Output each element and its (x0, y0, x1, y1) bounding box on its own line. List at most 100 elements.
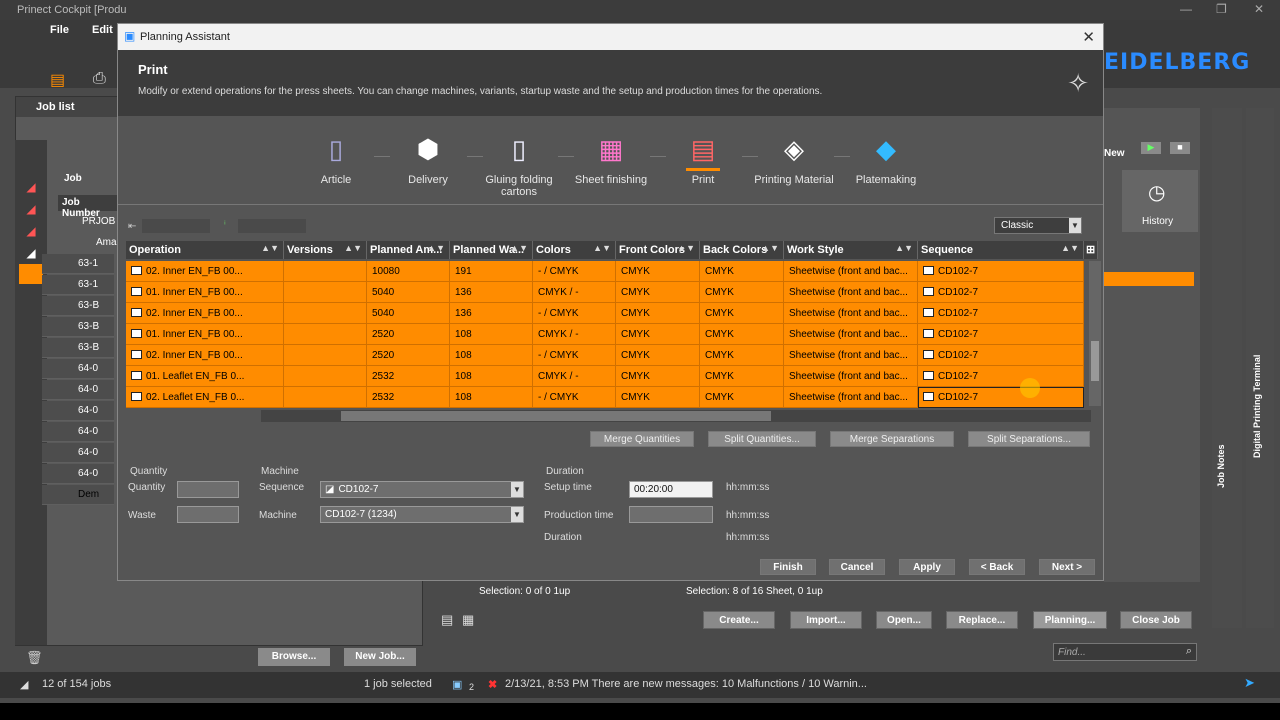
close-app-icon[interactable]: ✕ (1254, 2, 1264, 16)
finish-button[interactable]: Finish (760, 559, 816, 575)
step-sheet-finishing[interactable]: ▦ Sheet finishing (566, 132, 656, 186)
apply-button[interactable]: Apply (899, 559, 955, 575)
dpt-label[interactable]: Digital Printing Terminal (1252, 355, 1262, 458)
status-icon-selected[interactable] (19, 264, 43, 284)
cancel-button[interactable]: Cancel (829, 559, 885, 575)
cell-planned-waste[interactable]: 108 (450, 366, 533, 387)
cell-back-colors[interactable]: CMYK (700, 387, 784, 408)
menu-edit[interactable]: Edit (92, 24, 113, 36)
back-button[interactable]: < Back (969, 559, 1025, 575)
job-number-header[interactable]: Job Number (58, 195, 118, 219)
job-row[interactable]: 64-0 (42, 464, 114, 484)
table-row[interactable]: 02. Inner EN_FB 00... 2520 108 - / CMYK CMYK… (126, 345, 1084, 366)
job-row[interactable]: 64-0 (42, 443, 114, 463)
cell-planned-waste[interactable]: 108 (450, 345, 533, 366)
column-chooser-icon[interactable]: ⊞ (1084, 241, 1098, 259)
job-row[interactable]: 64-0 (42, 401, 114, 421)
step-print[interactable]: ▤ Print (658, 132, 748, 186)
cell-front-colors[interactable]: CMYK (616, 261, 700, 282)
job-row-selected[interactable]: Dem (42, 485, 114, 505)
cell-back-colors[interactable]: CMYK (700, 324, 784, 345)
cell-colors[interactable]: - / CMYK (533, 345, 616, 366)
cell-front-colors[interactable]: CMYK (616, 282, 700, 303)
replace-button[interactable]: Replace... (946, 611, 1018, 629)
cell-sequence[interactable]: CD102-7 (918, 282, 1084, 303)
ama-label[interactable]: Ama (96, 237, 117, 248)
status-icon[interactable]: ◢ (21, 246, 41, 264)
minimize-icon[interactable]: — (1180, 2, 1192, 16)
cell-colors[interactable]: - / CMYK (533, 261, 616, 282)
setup-time-input[interactable]: 00:20:00 (629, 481, 713, 498)
cell-work-style[interactable]: Sheetwise (front and bac... (784, 387, 918, 408)
cell-planned-amount[interactable]: 2532 (367, 366, 450, 387)
cell-operation[interactable]: 02. Inner EN_FB 00... (126, 345, 284, 366)
cell-versions[interactable] (284, 345, 367, 366)
history-button[interactable]: ◷ History (1122, 170, 1198, 232)
search-field[interactable] (238, 219, 306, 233)
cell-colors[interactable]: - / CMYK (533, 303, 616, 324)
close-job-button[interactable]: Close Job (1120, 611, 1192, 629)
cell-operation[interactable]: 01. Leaflet EN_FB 0... (126, 366, 284, 387)
cell-versions[interactable] (284, 303, 367, 324)
cell-back-colors[interactable]: CMYK (700, 261, 784, 282)
quantity-input[interactable] (177, 481, 239, 498)
table-row[interactable]: 02. Inner EN_FB 00... 10080 191 - / CMYK CMY… (126, 261, 1084, 282)
cell-colors[interactable]: CMYK / - (533, 366, 616, 387)
browse-button[interactable]: Browse... (258, 648, 330, 666)
play-icon[interactable]: ▶ (1141, 142, 1161, 154)
restore-icon[interactable]: ❐ (1216, 2, 1227, 16)
stop-icon[interactable]: ■ (1170, 142, 1190, 154)
step-printing-material[interactable]: ◈ Printing Material (749, 132, 839, 186)
cell-operation[interactable]: 01. Inner EN_FB 00... (126, 324, 284, 345)
cell-versions[interactable] (284, 324, 367, 345)
next-button[interactable]: Next > (1039, 559, 1095, 575)
cell-sequence[interactable]: CD102-7 (918, 261, 1084, 282)
filter-field[interactable] (142, 219, 210, 233)
close-icon[interactable]: ✕ (1082, 28, 1095, 46)
col-planned-waste[interactable]: Planned Wa... ▲▼ (450, 241, 533, 259)
cell-work-style[interactable]: Sheetwise (front and bac... (784, 282, 918, 303)
job-row[interactable]: 63-1 (42, 254, 114, 274)
job-row[interactable]: 63-1 (42, 275, 114, 295)
split-quantities-button[interactable]: Split Quantities... (708, 431, 816, 447)
cell-planned-amount[interactable]: 2520 (367, 324, 450, 345)
waste-input[interactable] (177, 506, 239, 523)
col-front-colors[interactable]: Front Colors ▲▼ (616, 241, 700, 259)
col-operation[interactable]: Operation ▲▼ (126, 241, 284, 259)
cell-colors[interactable]: CMYK / - (533, 324, 616, 345)
status-icon[interactable]: ◢ (21, 202, 41, 220)
cell-back-colors[interactable]: CMYK (700, 303, 784, 324)
status-icon[interactable]: ◢ (21, 224, 41, 242)
table-row[interactable]: 02. Inner EN_FB 00... 5040 136 - / CMYK CMYK… (126, 303, 1084, 324)
cell-front-colors[interactable]: CMYK (616, 324, 700, 345)
cell-planned-amount[interactable]: 2532 (367, 387, 450, 408)
new-job-button[interactable]: New Job... (344, 648, 416, 666)
col-sequence[interactable]: Sequence ▲▼ (918, 241, 1084, 259)
toolbar-doc-icon[interactable]: ▤ (50, 70, 65, 90)
cell-planned-waste[interactable]: 191 (450, 261, 533, 282)
find-field[interactable]: Find... ⌕ (1053, 643, 1197, 661)
cell-back-colors[interactable]: CMYK (700, 345, 784, 366)
col-work-style[interactable]: Work Style ▲▼ (784, 241, 918, 259)
merge-quantities-button[interactable]: Merge Quantities (590, 431, 694, 447)
prjob-label[interactable]: PRJOB (82, 216, 115, 227)
production-time-input[interactable] (629, 506, 713, 523)
cell-front-colors[interactable]: CMYK (616, 345, 700, 366)
cell-versions[interactable] (284, 387, 367, 408)
table-row[interactable]: 01. Inner EN_FB 00... 5040 136 CMYK / - CMYK… (126, 282, 1084, 303)
step-platemaking[interactable]: ◆ Platemaking (841, 132, 931, 186)
cell-sequence[interactable]: CD102-7 (918, 303, 1084, 324)
cell-colors[interactable]: - / CMYK (533, 387, 616, 408)
job-row[interactable]: 63-B (42, 317, 114, 337)
view-select[interactable]: Classic ▼ (994, 217, 1082, 234)
sequence-select[interactable]: ◪ CD102-7 ▼ (320, 481, 524, 498)
cell-work-style[interactable]: Sheetwise (front and bac... (784, 324, 918, 345)
cell-planned-amount[interactable]: 5040 (367, 303, 450, 324)
open-button[interactable]: Open... (876, 611, 932, 629)
step-delivery[interactable]: ⬢ Delivery (383, 132, 473, 186)
list-view-icon[interactable]: ▤ (441, 612, 453, 628)
col-versions[interactable]: Versions ▲▼ (284, 241, 367, 259)
create-button[interactable]: Create... (703, 611, 775, 629)
status-message[interactable]: 2/13/21, 8:53 PM There are new messages:… (505, 678, 867, 690)
send-icon[interactable]: ➤ (1244, 675, 1255, 691)
